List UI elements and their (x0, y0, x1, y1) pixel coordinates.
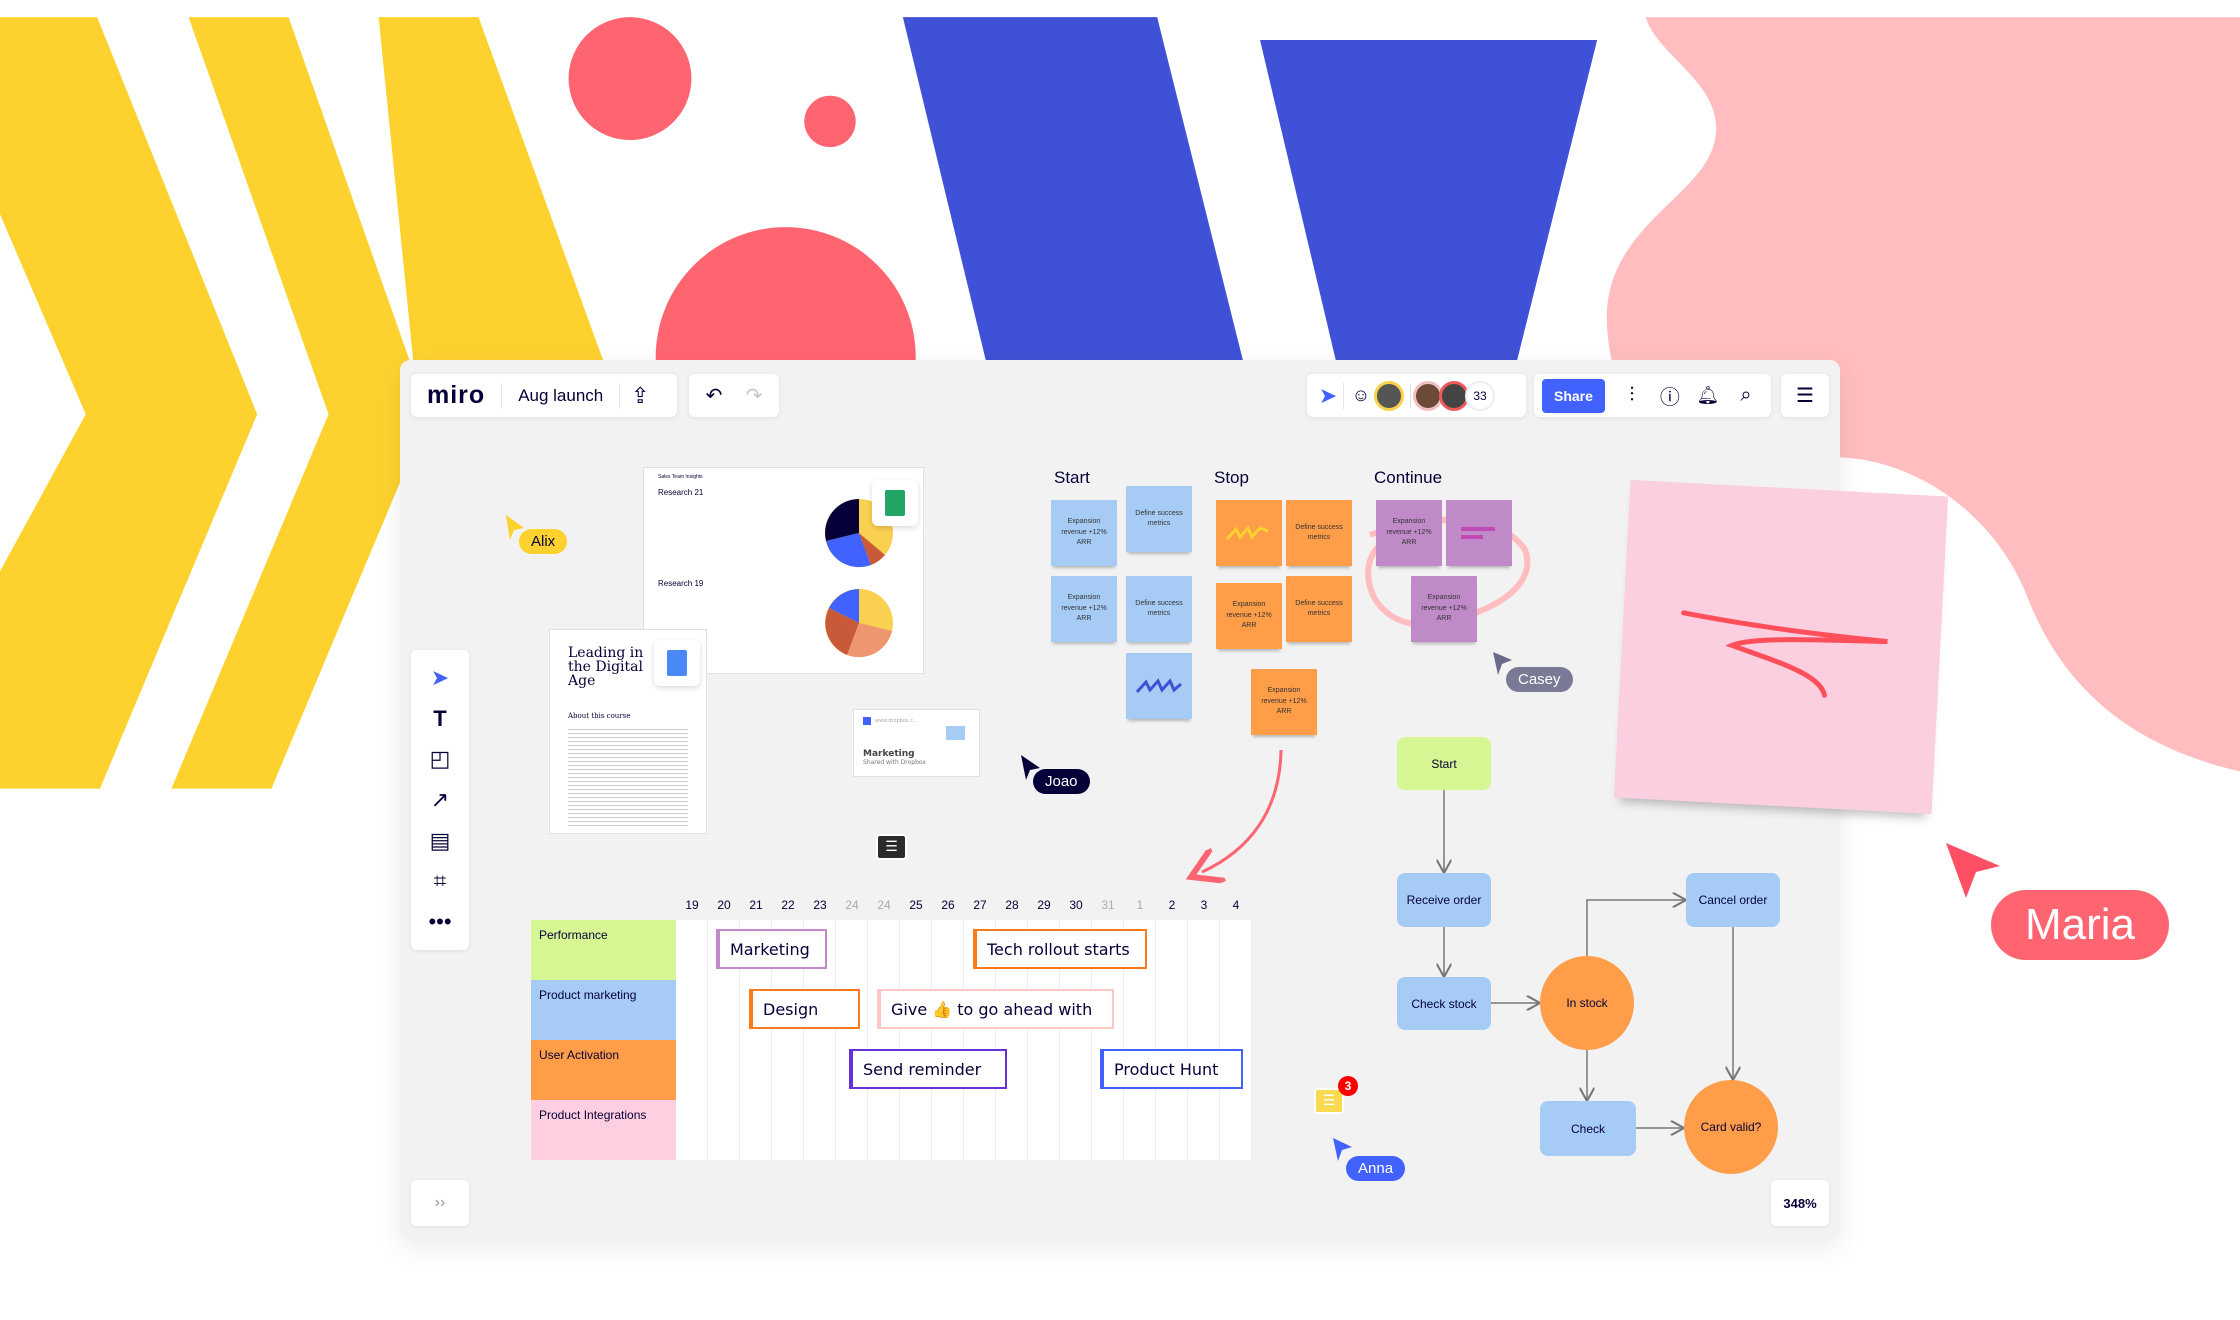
gantt-row-label: User Activation (531, 1040, 676, 1100)
gantt-row-label: Product Integrations (531, 1100, 676, 1160)
red-arrow (1202, 749, 1283, 872)
gantt-date: 25 (909, 898, 923, 912)
gantt-bar[interactable]: Marketing (716, 929, 827, 969)
gantt-date: 27 (973, 898, 987, 912)
gantt-bar[interactable]: Design (749, 989, 860, 1029)
gantt-date: 31 (1101, 898, 1115, 912)
flow-node-check[interactable]: Check (1540, 1101, 1636, 1156)
gantt-row-label: Performance (531, 920, 676, 980)
gantt-date: 29 (1037, 898, 1051, 912)
gantt-row-label: Product marketing (531, 980, 676, 1040)
gantt-date: 21 (749, 898, 763, 912)
gantt-bar[interactable]: Tech rollout starts (973, 929, 1147, 969)
gantt-bar[interactable]: Send reminder (849, 1049, 1007, 1089)
gantt-date: 1 (1136, 898, 1144, 912)
cursor-label-anna: Anna (1346, 1156, 1406, 1181)
gantt-date: 19 (685, 898, 699, 912)
cursor-label-alix: Alix (519, 529, 568, 554)
gantt-date: 2 (1168, 898, 1176, 912)
cursor-label-casey: Casey (1506, 667, 1573, 692)
cursor-label-joao: Joao (1033, 769, 1090, 794)
gantt-date: 24 (845, 898, 859, 912)
gantt-date: 23 (813, 898, 827, 912)
cursor-label-maria: Maria (1991, 890, 2170, 960)
flow-connector (1586, 900, 1686, 956)
flow-node-receive-order[interactable]: Receive order (1397, 873, 1491, 927)
gantt-date: 22 (781, 898, 795, 912)
gantt-date: 3 (1200, 898, 1208, 912)
flow-node-card-valid[interactable]: Card valid? (1684, 1080, 1778, 1174)
gantt-date: 24 (877, 898, 891, 912)
gantt-bar[interactable]: Give 👍 to go ahead with (877, 989, 1114, 1029)
flow-node-check-stock[interactable]: Check stock (1397, 977, 1491, 1030)
gantt-date: 20 (717, 898, 731, 912)
flow-node-cancel-order[interactable]: Cancel order (1686, 873, 1780, 927)
gantt-dates: 19 20 21 22 23 24 24 25 26 27 28 29 30 31 1 2 3 4 (676, 898, 1252, 912)
gantt-date: 4 (1232, 898, 1240, 912)
gantt-date: 26 (941, 898, 955, 912)
flow-node-in-stock[interactable]: In stock (1540, 956, 1634, 1050)
flow-node-start[interactable]: Start (1397, 737, 1491, 790)
comment-count-badge: 3 (1338, 1076, 1358, 1096)
gantt-date: 30 (1069, 898, 1083, 912)
gantt-date: 28 (1005, 898, 1019, 912)
gantt-bar[interactable]: Product Hunt (1100, 1049, 1243, 1089)
